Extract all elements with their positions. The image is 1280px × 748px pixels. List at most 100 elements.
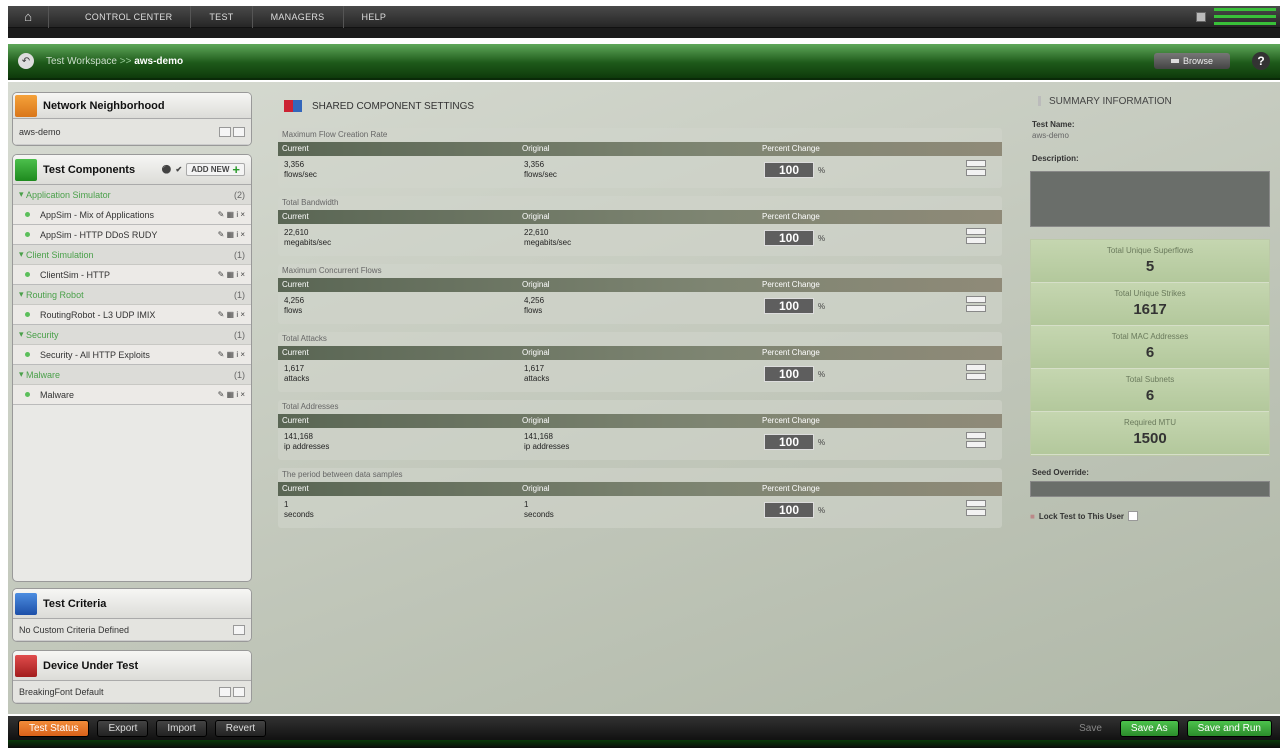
- import-button[interactable]: Import: [156, 719, 207, 737]
- component-row[interactable]: RoutingRobot - L3 UDP IMIX ✎ ▦ i ×: [13, 305, 251, 325]
- reset-button[interactable]: [966, 441, 986, 448]
- reset-button[interactable]: [966, 237, 986, 244]
- breadcrumb-root[interactable]: Test Workspace: [46, 56, 117, 67]
- more-icon[interactable]: [233, 126, 245, 137]
- test-name-value: aws-demo: [1032, 131, 1069, 140]
- status-bars-icon: [1214, 7, 1276, 27]
- edit-icon[interactable]: [233, 624, 245, 635]
- copy-icon[interactable]: ▦: [227, 310, 235, 319]
- summary-stat: Total Subnets 6: [1031, 369, 1269, 412]
- copy-icon[interactable]: ▦: [227, 210, 235, 219]
- criteria-title: Test Criteria: [43, 597, 107, 610]
- percent-input[interactable]: 100: [764, 366, 814, 382]
- info-icon[interactable]: i: [236, 350, 238, 359]
- menu-help[interactable]: HELP: [342, 5, 405, 28]
- delete-icon[interactable]: ⚫: [162, 165, 172, 174]
- export-button[interactable]: Export: [97, 719, 149, 737]
- browse-button[interactable]: Browse: [1154, 53, 1230, 69]
- edit-icon[interactable]: ✎: [218, 210, 225, 219]
- shared-settings-header: SHARED COMPONENT SETTINGS: [284, 100, 474, 112]
- edit-icon[interactable]: [219, 126, 231, 137]
- set-button[interactable]: [966, 228, 986, 235]
- original-value: 1: [524, 500, 529, 509]
- add-new-button[interactable]: ADD NEW +: [186, 163, 245, 176]
- reset-button[interactable]: [966, 373, 986, 380]
- edit-icon[interactable]: ✎: [218, 270, 225, 279]
- revert-button[interactable]: Revert: [214, 719, 267, 737]
- col-current: Current: [282, 212, 309, 221]
- category-row[interactable]: ▾ Routing Robot (1): [13, 285, 251, 305]
- menu-test[interactable]: TEST: [190, 5, 251, 28]
- submenu-strip: [8, 28, 1280, 38]
- percent-sign: %: [818, 233, 826, 243]
- copy-icon[interactable]: ▦: [227, 270, 235, 279]
- save-button[interactable]: Save: [1069, 720, 1112, 737]
- copy-icon[interactable]: ▦: [227, 390, 235, 399]
- remove-icon[interactable]: ×: [240, 390, 245, 399]
- copy-icon[interactable]: ▦: [227, 230, 235, 239]
- reset-button[interactable]: [966, 305, 986, 312]
- edit-icon[interactable]: [219, 686, 231, 697]
- component-row[interactable]: AppSim - Mix of Applications ✎ ▦ i ×: [13, 205, 251, 225]
- remove-icon[interactable]: ×: [240, 310, 245, 319]
- percent-input[interactable]: 100: [764, 434, 814, 450]
- component-row[interactable]: Security - All HTTP Exploits ✎ ▦ i ×: [13, 345, 251, 365]
- category-name: Application Simulator: [26, 189, 111, 200]
- components-panel: Test Components ⚫ ✔ ADD NEW + ▾ Application…: [12, 154, 252, 582]
- component-row[interactable]: Malware ✎ ▦ i ×: [13, 385, 251, 405]
- info-icon[interactable]: i: [236, 210, 238, 219]
- category-arrow-icon: ▾: [19, 329, 27, 339]
- set-button[interactable]: [966, 500, 986, 507]
- current-unit: attacks: [284, 374, 310, 383]
- info-icon[interactable]: i: [236, 270, 238, 279]
- set-button[interactable]: [966, 160, 986, 167]
- percent-input[interactable]: 100: [764, 298, 814, 314]
- percent-input[interactable]: 100: [764, 230, 814, 246]
- help-button[interactable]: ?: [1252, 52, 1270, 70]
- copy-icon[interactable]: ▦: [227, 350, 235, 359]
- reset-button[interactable]: [966, 169, 986, 176]
- remove-icon[interactable]: ×: [240, 350, 245, 359]
- percent-input[interactable]: 100: [764, 162, 814, 178]
- edit-icon[interactable]: ✎: [218, 350, 225, 359]
- status-dot-icon: [25, 232, 30, 237]
- test-status-button[interactable]: Test Status: [18, 719, 90, 737]
- check-icon[interactable]: ✔: [175, 165, 182, 174]
- remove-icon[interactable]: ×: [240, 230, 245, 239]
- set-button[interactable]: [966, 296, 986, 303]
- category-row[interactable]: ▾ Application Simulator (2): [13, 185, 251, 205]
- lock-checkbox[interactable]: [1128, 511, 1139, 521]
- category-count: (1): [234, 289, 245, 300]
- category-row[interactable]: ▾ Client Simulation (1): [13, 245, 251, 265]
- edit-icon[interactable]: ✎: [218, 310, 225, 319]
- menu-managers[interactable]: MANAGERS: [251, 5, 343, 28]
- more-icon[interactable]: [233, 686, 245, 697]
- edit-icon[interactable]: ✎: [218, 230, 225, 239]
- remove-icon[interactable]: ×: [240, 210, 245, 219]
- category-row[interactable]: ▾ Security (1): [13, 325, 251, 345]
- info-icon[interactable]: i: [236, 230, 238, 239]
- back-icon[interactable]: ↶: [18, 53, 34, 69]
- menu-control-center[interactable]: CONTROL CENTER: [48, 5, 190, 28]
- edit-icon[interactable]: ✎: [218, 390, 225, 399]
- stat-label: Required MTU: [1123, 418, 1176, 427]
- reset-button[interactable]: [966, 509, 986, 516]
- home-icon[interactable]: ⌂: [8, 6, 48, 28]
- component-row[interactable]: AppSim - HTTP DDoS RUDY ✎ ▦ i ×: [13, 225, 251, 245]
- original-unit: flows: [524, 306, 543, 315]
- category-row[interactable]: ▾ Malware (1): [13, 365, 251, 385]
- save-and-run-button[interactable]: Save and Run: [1186, 719, 1272, 737]
- percent-input[interactable]: 100: [764, 502, 814, 518]
- info-icon[interactable]: i: [236, 310, 238, 319]
- component-row[interactable]: ClientSim - HTTP ✎ ▦ i ×: [13, 265, 251, 285]
- col-current: Current: [282, 348, 309, 357]
- seed-override-input[interactable]: [1030, 481, 1270, 497]
- description-field[interactable]: [1030, 171, 1270, 227]
- col-current: Current: [282, 484, 309, 493]
- info-icon[interactable]: i: [236, 390, 238, 399]
- save-as-button[interactable]: Save As: [1119, 719, 1179, 737]
- set-button[interactable]: [966, 432, 986, 439]
- set-button[interactable]: [966, 364, 986, 371]
- remove-icon[interactable]: ×: [240, 270, 245, 279]
- window-icon[interactable]: [1196, 11, 1206, 22]
